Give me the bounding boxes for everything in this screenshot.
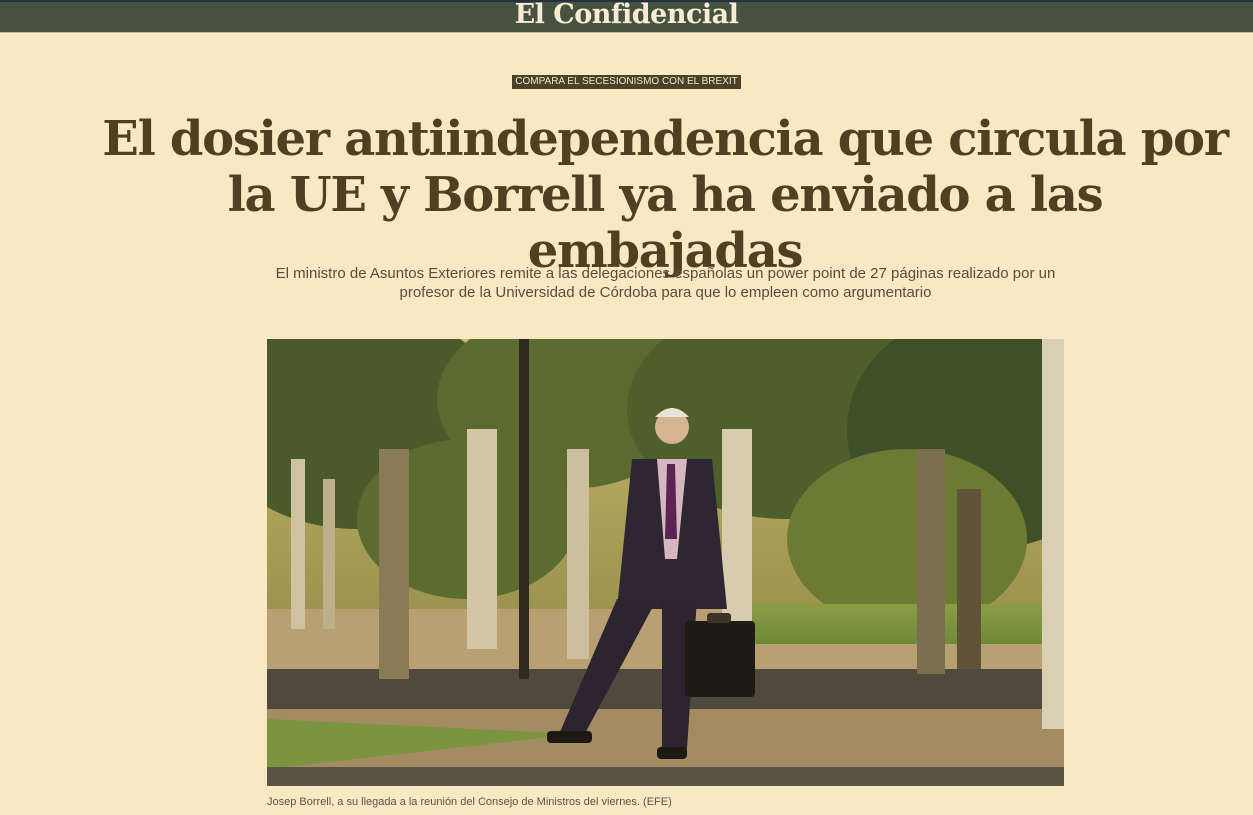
article-kicker: COMPARA EL SECESIONISMO CON EL BREXIT [512,75,741,89]
site-header: El Confidencial [0,0,1253,33]
article-headline: El dosier antiindependencia que circula … [102,111,1229,279]
article-subtitle: El ministro de Asuntos Exteriores remite… [275,265,1056,301]
image-caption: Josep Borrell, a su llegada a la reunión… [267,796,672,808]
article-photo [267,339,1064,786]
site-logo[interactable]: El Confidencial [0,0,1253,30]
kicker-container: COMPARA EL SECESIONISMO CON EL BREXIT [0,73,1253,89]
photo-scene [267,339,1064,786]
